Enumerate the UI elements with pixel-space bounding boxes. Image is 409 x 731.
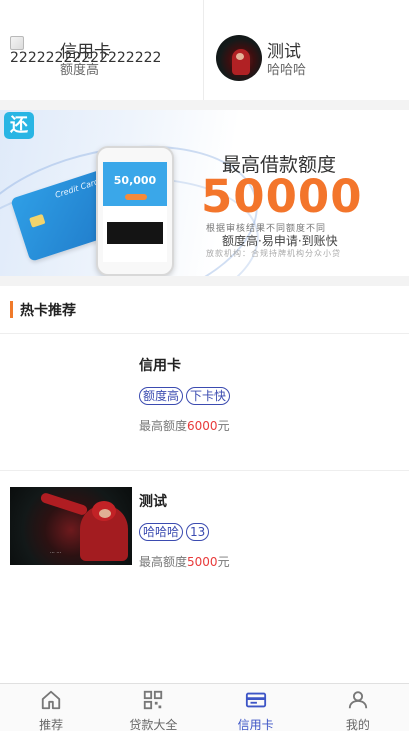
top-card-credit[interactable]: 2222222222222222222 信用卡 额度高 xyxy=(0,0,204,100)
avatar xyxy=(216,35,262,81)
repay-badge-icon: 还 xyxy=(4,112,34,139)
top-card-subtitle: 哈哈哈 xyxy=(267,63,307,78)
nav-label: 贷款大全 xyxy=(129,718,178,731)
card-tag: 哈哈哈 xyxy=(139,523,184,541)
section-accent-bar xyxy=(10,301,13,318)
nav-item-loans[interactable]: 贷款大全 xyxy=(102,684,204,731)
divider xyxy=(0,100,409,110)
card-tag: 额度高 xyxy=(139,387,184,405)
card-quota: 最高额度5000元 xyxy=(139,555,230,569)
divider xyxy=(0,276,409,286)
quota-amount: 5000 xyxy=(187,555,218,569)
top-card-test[interactable]: 测试 哈哈哈 xyxy=(204,0,408,100)
bottom-nav: 推荐 贷款大全 信用卡 我的 xyxy=(0,683,409,731)
banner-amount: 50000 xyxy=(201,170,363,223)
section-header: 热卡推荐 xyxy=(0,286,409,334)
card-tags: 额度高 下卡快 xyxy=(139,387,231,405)
card-title: 信用卡 xyxy=(139,358,181,374)
card-tag: 下卡快 xyxy=(186,387,231,405)
card-tags: 哈哈哈 13 xyxy=(139,523,210,541)
nav-label: 推荐 xyxy=(39,718,64,731)
nav-item-credit-card[interactable]: 信用卡 xyxy=(205,684,307,731)
list-item[interactable]: ... ... 测试 哈哈哈 13 最高额度5000元 xyxy=(0,471,409,591)
nav-label: 我的 xyxy=(345,718,370,731)
promo-banner[interactable]: 还 Credit Card 50,000 最高借款额度 50000 根据审核结果… xyxy=(0,110,409,276)
section-title: 热卡推荐 xyxy=(20,303,76,319)
banner-disclaimer: 放款机构：合规持牌机构分众小贷 xyxy=(206,249,341,258)
phone-illustration: 50,000 xyxy=(96,146,174,276)
banner-slogan: 额度高·易申请·到账快 xyxy=(222,234,338,248)
card-image: ... ... xyxy=(10,487,132,565)
card-tag: 13 xyxy=(186,523,210,541)
quota-amount: 6000 xyxy=(187,419,218,433)
nav-item-recommend[interactable]: 推荐 xyxy=(0,684,102,731)
credit-card-icon xyxy=(245,692,266,708)
nav-item-mine[interactable]: 我的 xyxy=(307,684,409,731)
nav-label: 信用卡 xyxy=(237,718,274,731)
user-icon xyxy=(348,691,368,709)
top-cards: 2222222222222222222 信用卡 额度高 测试 哈哈哈 xyxy=(0,0,409,100)
card-quota: 最高额度6000元 xyxy=(139,419,230,433)
list-item[interactable]: 信用卡 额度高 下卡快 最高额度6000元 xyxy=(0,335,409,469)
grid-icon xyxy=(144,690,163,710)
home-icon xyxy=(41,690,61,710)
card-title: 测试 xyxy=(139,494,167,510)
top-card-subtitle: 额度高 xyxy=(60,63,100,78)
